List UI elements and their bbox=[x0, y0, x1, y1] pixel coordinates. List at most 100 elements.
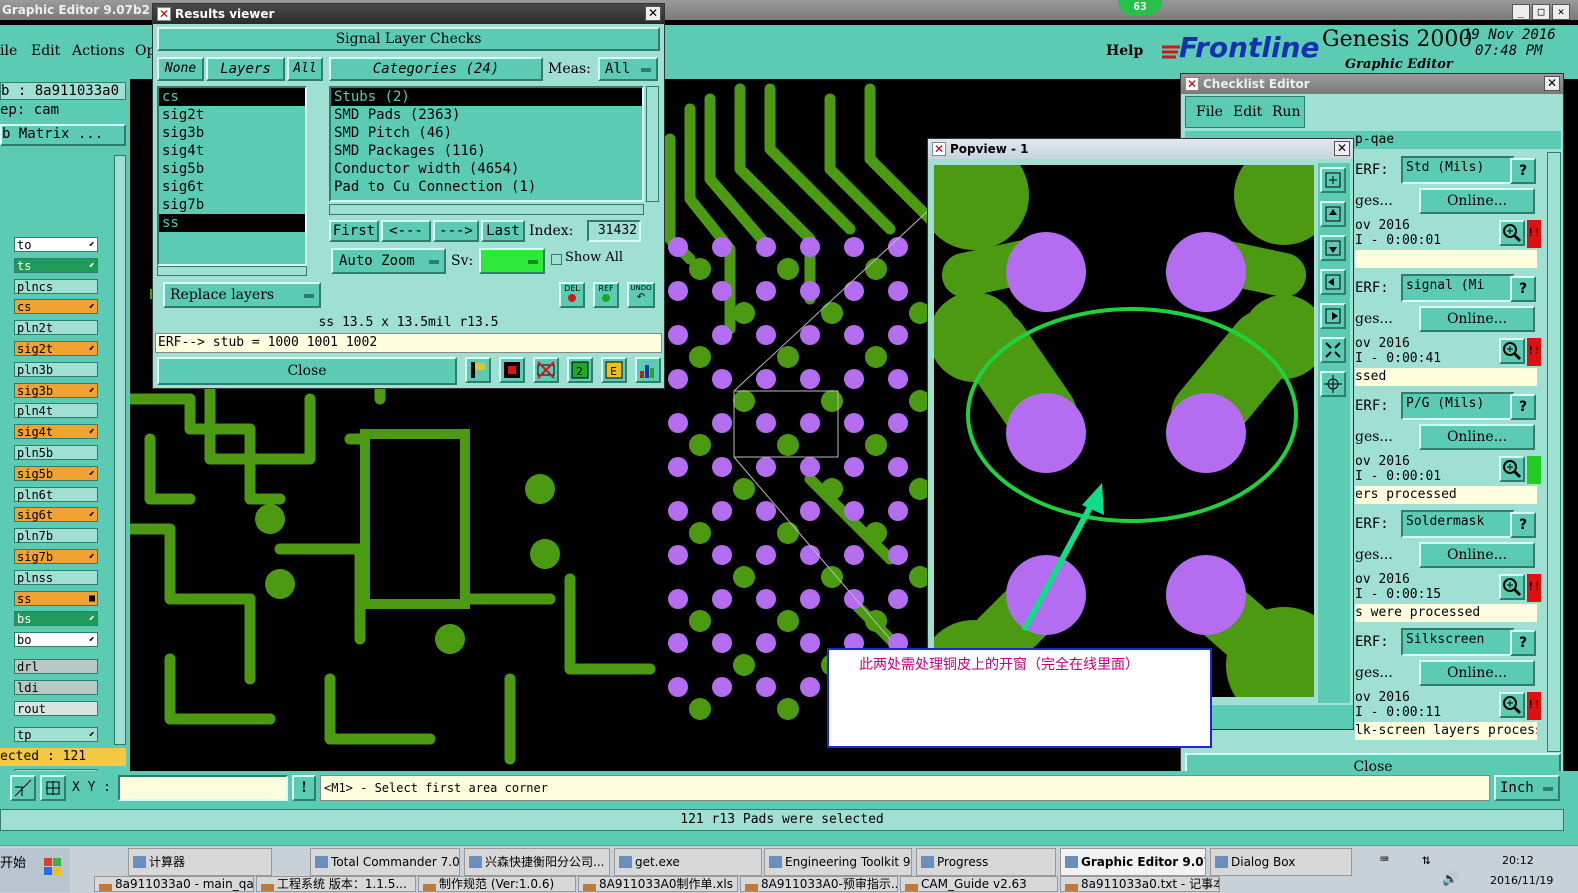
layer-item[interactable]: ldi bbox=[14, 679, 98, 695]
prev-button[interactable]: <--- bbox=[381, 220, 431, 242]
taskbar-item[interactable]: 8a911033a0.txt - 记事本 bbox=[1060, 876, 1220, 892]
pan-left-icon[interactable] bbox=[1320, 269, 1346, 295]
reference-button[interactable]: REF bbox=[593, 282, 619, 308]
layer-item[interactable]: sig3b ⬋ bbox=[14, 382, 98, 398]
number-icon[interactable]: 2 bbox=[567, 357, 593, 383]
keyboard-icon[interactable]: ⌨ bbox=[1380, 852, 1388, 868]
layer-item[interactable]: sig4t ⬋ bbox=[14, 424, 98, 440]
meas-select[interactable]: All bbox=[598, 57, 658, 81]
close-icon[interactable]: ✕ bbox=[1334, 141, 1350, 156]
clock-date[interactable]: 2016/11/19 bbox=[1490, 874, 1553, 887]
replace-layers-select[interactable]: Replace layers bbox=[163, 282, 321, 308]
layer-item[interactable]: pln7b bbox=[14, 528, 98, 544]
ranges-link[interactable]: ges... bbox=[1355, 311, 1393, 327]
layer-item[interactable]: plncs bbox=[14, 278, 98, 294]
taskbar-item[interactable]: 8A911033A0制作单.xls ... bbox=[578, 876, 738, 892]
all-button[interactable]: All bbox=[287, 57, 323, 81]
erf-select[interactable]: signal (Mi bbox=[1401, 274, 1515, 302]
none-button[interactable]: None bbox=[157, 57, 204, 81]
fit-icon[interactable] bbox=[1320, 337, 1346, 363]
checklist-menu-file[interactable]: File bbox=[1196, 104, 1223, 120]
list-item[interactable]: Pad to Cu Connection (1) bbox=[331, 178, 642, 196]
minimize-button[interactable]: _ bbox=[1512, 4, 1530, 20]
taskbar-item[interactable]: 工程系统 版本：1.1.5... bbox=[256, 876, 416, 892]
flag-icon[interactable] bbox=[465, 357, 491, 383]
layer-item[interactable]: pln2t bbox=[14, 320, 98, 336]
layer-item[interactable]: plnss bbox=[14, 569, 98, 585]
list-item[interactable]: sig3b bbox=[159, 124, 305, 142]
layer-item[interactable]: rout bbox=[14, 700, 98, 716]
taskbar-item[interactable]: Graphic Editor 9.07... bbox=[1060, 848, 1206, 876]
taskbar-item[interactable]: Total Commander 7.0 ... bbox=[310, 848, 460, 876]
pan-up-icon[interactable] bbox=[1320, 201, 1346, 227]
pan-right-icon[interactable] bbox=[1320, 303, 1346, 329]
erf-select[interactable]: P/G (Mils) bbox=[1401, 392, 1515, 420]
taskbar-item[interactable]: CAM_Guide v2.63 bbox=[900, 876, 1058, 892]
online-button[interactable]: Online... bbox=[1419, 424, 1535, 450]
menu-file[interactable]: ile bbox=[0, 43, 17, 59]
taskbar-item[interactable]: 计算器 bbox=[128, 848, 272, 876]
layer-item[interactable]: pln3b bbox=[14, 361, 98, 377]
layer-list-hscroll[interactable] bbox=[157, 266, 307, 276]
help-button[interactable]: ? bbox=[1510, 158, 1536, 184]
list-item[interactable]: sig6t bbox=[159, 178, 305, 196]
zoom-results-icon[interactable] bbox=[1499, 220, 1525, 246]
layer-item[interactable]: pln6t bbox=[14, 486, 98, 502]
erf-select[interactable]: Soldermask bbox=[1401, 510, 1515, 538]
xy-input[interactable] bbox=[118, 775, 288, 801]
category-vscroll[interactable] bbox=[646, 86, 659, 202]
online-button[interactable]: Online... bbox=[1419, 542, 1535, 568]
help-button[interactable]: ? bbox=[1510, 630, 1536, 656]
taskbar-item[interactable]: Dialog Box bbox=[1210, 848, 1352, 876]
clock-time[interactable]: 20:12 bbox=[1502, 854, 1534, 867]
taskbar-item[interactable]: 8A911033A0-预审指示... bbox=[740, 876, 898, 892]
network-icon[interactable]: ⇅ bbox=[1422, 852, 1430, 868]
list-item[interactable]: sig5b bbox=[159, 160, 305, 178]
help-button[interactable]: ? bbox=[1510, 394, 1536, 420]
maximize-button[interactable]: □ bbox=[1532, 4, 1550, 20]
online-button[interactable]: Online... bbox=[1419, 188, 1535, 214]
list-item[interactable]: SMD Packages (116) bbox=[331, 142, 642, 160]
delete-result-button[interactable]: DEL bbox=[559, 282, 585, 308]
first-button[interactable]: First bbox=[329, 220, 379, 242]
zoom-results-icon[interactable] bbox=[1499, 456, 1525, 482]
last-button[interactable]: Last bbox=[481, 220, 525, 242]
list-item[interactable]: SMD Pitch (46) bbox=[331, 124, 642, 142]
volume-icon[interactable]: 🔊 bbox=[1442, 872, 1458, 887]
sv-color-select[interactable] bbox=[479, 248, 545, 274]
category-list[interactable]: Stubs (2) SMD Pads (2363) SMD Pitch (46)… bbox=[329, 86, 644, 202]
results-close-button[interactable]: Close bbox=[157, 357, 457, 385]
taskbar-item[interactable]: 制作规范 (Ver:1.0.6) bbox=[418, 876, 576, 892]
layer-item[interactable]: sig6t ⬋ bbox=[14, 507, 98, 523]
start-button[interactable]: 开始 bbox=[0, 848, 70, 892]
layer-item[interactable]: cs ⬋ bbox=[14, 299, 98, 315]
checklist-vscroll[interactable] bbox=[1547, 152, 1561, 752]
layer-item[interactable]: ts ⬋ bbox=[14, 257, 98, 273]
list-item[interactable]: sig7b bbox=[159, 196, 305, 214]
matrix-button[interactable]: b Matrix ... bbox=[0, 124, 126, 146]
zoom-in-icon[interactable] bbox=[1320, 167, 1346, 193]
taskbar-item[interactable]: Progress bbox=[916, 848, 1056, 876]
list-item[interactable]: SMD Pads (2363) bbox=[331, 106, 642, 124]
layer-item[interactable]: sig7b ⬋ bbox=[14, 549, 98, 564]
zoom-results-icon[interactable] bbox=[1499, 692, 1525, 718]
layer-item[interactable]: drl bbox=[14, 659, 98, 674]
list-item[interactable]: Conductor width (4654) bbox=[331, 160, 642, 178]
categories-button[interactable]: Categories (24) bbox=[329, 57, 543, 81]
taskbar-item[interactable]: Engineering Toolkit 9.0... bbox=[764, 848, 912, 876]
layer-item[interactable]: sig2t ⬋ bbox=[14, 341, 98, 356]
close-icon[interactable]: ✕ bbox=[645, 6, 661, 21]
show-all-checkbox[interactable] bbox=[551, 254, 562, 265]
category-hscroll[interactable] bbox=[329, 204, 644, 215]
taskbar-item[interactable]: 8a911033a0 - main_qa bbox=[94, 876, 254, 892]
taskbar-item[interactable]: get.exe bbox=[614, 848, 762, 876]
ranges-link[interactable]: ges... bbox=[1355, 665, 1393, 681]
pan-down-icon[interactable] bbox=[1320, 235, 1346, 261]
help-button[interactable]: ? bbox=[1510, 276, 1536, 302]
edit-icon[interactable]: E bbox=[601, 357, 627, 383]
close-main-button[interactable]: ✕ bbox=[1552, 4, 1570, 20]
zoom-results-icon[interactable] bbox=[1499, 338, 1525, 364]
taskbar-item[interactable]: 兴森快捷衡阳分公司... bbox=[464, 848, 610, 876]
undo-button[interactable]: UNDO ↶ bbox=[627, 282, 655, 308]
menu-edit[interactable]: Edit bbox=[31, 43, 60, 59]
